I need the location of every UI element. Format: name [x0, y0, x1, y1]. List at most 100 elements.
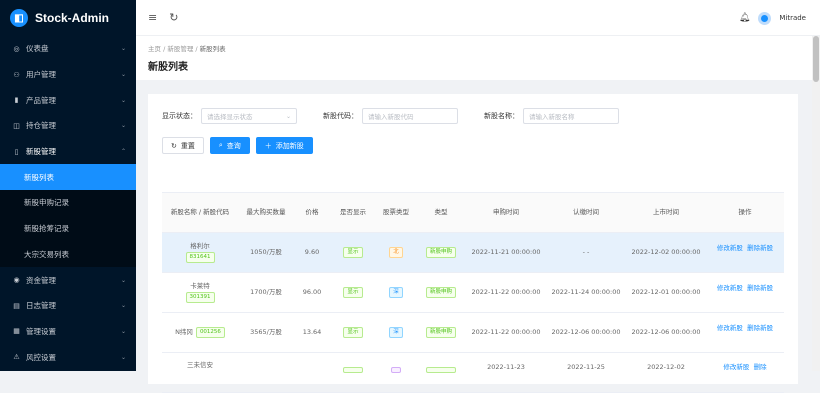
sidebar-item-ipo[interactable]: ▯ 新股管理 ⌃	[0, 139, 136, 165]
sidebar-item-users[interactable]: ⚇ 用户管理 ⌄	[0, 62, 136, 88]
page-title: 新股列表	[148, 62, 188, 73]
code-placeholder: 请输入新股代码	[368, 113, 414, 121]
edit-ipo-link[interactable]: 修改新股	[723, 363, 749, 371]
filter-bar: 显示状态： 请选择显示状态 ⌄ 新股代码： 请输入新股代码 新股名称： 请输入新…	[162, 108, 619, 124]
search-icon: ⌕	[218, 141, 223, 149]
scrollbar-thumb[interactable]	[813, 36, 819, 82]
sidebar-subitem-ipo-grab-records[interactable]: 新股抢筹记录	[0, 216, 136, 242]
users-icon: ⚇	[13, 70, 20, 79]
cell-show: 显示	[330, 313, 376, 352]
sidebar-item-risk[interactable]: ⚠ 风控设置 ⌄	[0, 344, 136, 370]
show-tag: 显示	[343, 247, 363, 258]
ipo-name: N纬冈	[175, 327, 193, 336]
action-buttons: ↻ 重置 ⌕ 查询 ＋添加新股	[162, 137, 313, 154]
refresh-icon[interactable]: ↻	[169, 11, 178, 24]
ipo-name: 三未信安	[187, 361, 213, 369]
chevron-down-icon: ⌄	[120, 45, 126, 53]
chevron-down-icon: ⌄	[285, 112, 291, 120]
code-tag: 001256	[195, 327, 225, 338]
cell-subscribe: 2022-11-25	[567, 363, 605, 371]
cell-listing: 2022-12-02	[647, 363, 685, 371]
code-input[interactable]: 请输入新股代码	[362, 108, 458, 124]
cell-name-code: 三未信安	[162, 353, 238, 392]
sidebar-item-label: 新股抢筹记录	[24, 224, 69, 234]
table-row[interactable]: 格利尔 831641 1050/万股 9.60 显示 北 新股申购 2022-11…	[162, 233, 784, 273]
scrollbar[interactable]	[812, 36, 820, 371]
sidebar-item-label: 仪表盘	[26, 44, 49, 54]
sidebar-item-label: 风控设置	[26, 352, 56, 362]
page-header: 主页 / 新股管理 / 新股列表 新股列表	[136, 36, 812, 80]
cell-stype: 深	[376, 273, 416, 312]
menu-fold-icon[interactable]: ≡	[148, 11, 157, 24]
bell-icon[interactable]: 🔔︎	[739, 13, 750, 23]
table-row[interactable]: 卡莱特 301391 1700/万股 96.00 显示 深 新股申购 2022-1…	[162, 273, 784, 313]
code-label: 新股代码：	[323, 112, 358, 120]
sidebar-item-dashboard[interactable]: ◎ 仪表盘 ⌄	[0, 36, 136, 62]
cell-show: 显示	[330, 273, 376, 312]
avatar[interactable]	[758, 11, 772, 25]
cell-type: 新股申购	[416, 313, 466, 352]
edit-ipo-link[interactable]: 修改新股	[717, 324, 743, 332]
sidebar-item-settings[interactable]: ▦ 管理设置 ⌄	[0, 319, 136, 345]
col-show: 是否显示	[340, 207, 366, 216]
name-label: 新股名称：	[484, 112, 519, 120]
settings-icon: ▦	[13, 327, 20, 336]
delete-ipo-link[interactable]: 删除	[754, 363, 767, 371]
breadcrumb-home[interactable]: 主页	[148, 45, 161, 53]
sidebar-item-label: 新股申购记录	[24, 198, 69, 208]
cell-apply: 2022-11-22 00:00:00	[471, 287, 541, 296]
type-tag	[426, 367, 456, 373]
sidebar-item-logs[interactable]: ▤ 日志管理 ⌄	[0, 293, 136, 319]
cell-type: 新股申购	[416, 273, 466, 312]
add-label: 添加新股	[275, 141, 304, 150]
cell-ops: 修改新股 删除新股	[706, 233, 784, 272]
chevron-up-icon: ⌃	[120, 148, 126, 156]
edit-ipo-link[interactable]: 修改新股	[717, 244, 743, 252]
cell-max: 1700/万股	[250, 287, 282, 296]
logo-icon: ◧	[10, 9, 28, 27]
cell-listing: 2022-12-02 00:00:00	[631, 247, 701, 256]
add-ipo-button[interactable]: ＋添加新股	[255, 137, 313, 154]
user-name[interactable]: Mitrade	[779, 14, 806, 22]
sidebar-subitem-block-trades[interactable]: 大宗交易列表	[0, 242, 136, 268]
stock-type-tag	[391, 367, 401, 373]
cell-ops: 修改新股 删除新股	[706, 273, 784, 312]
table-row[interactable]: N纬冈 001256 3565/万股 13.64 显示 深 新股申购 2022-1…	[162, 313, 784, 353]
sidebar-subitem-ipo-apply-records[interactable]: 新股申购记录	[0, 190, 136, 216]
sidebar-subitem-ipo-list[interactable]: 新股列表	[0, 164, 136, 191]
sidebar-item-products[interactable]: ▮ 产品管理 ⌄	[0, 87, 136, 113]
sidebar: ◧ Stock-Admin ◎ 仪表盘 ⌄ ⚇ 用户管理 ⌄ ▮ 产品管理 ⌄ ◫ 持仓管理 ⌄…	[0, 0, 136, 371]
cell-stype: 深	[376, 313, 416, 352]
name-input[interactable]: 请输入新股名称	[523, 108, 619, 124]
cell-type: 新股申购	[416, 233, 466, 272]
status-select[interactable]: 请选择显示状态 ⌄	[201, 108, 297, 124]
col-stype: 股票类型	[383, 207, 409, 216]
edit-ipo-link[interactable]: 修改新股	[717, 284, 743, 292]
breadcrumb-section[interactable]: 新股管理	[167, 45, 193, 53]
cell-apply: 2022-11-23	[487, 363, 525, 371]
sidebar-item-funds[interactable]: ◉ 资金管理 ⌄	[0, 267, 136, 293]
search-button[interactable]: ⌕ 查询	[209, 137, 250, 154]
stock-type-tag: 北	[389, 247, 403, 258]
delete-ipo-link[interactable]: 删除新股	[747, 324, 773, 332]
delete-ipo-link[interactable]: 删除新股	[747, 244, 773, 252]
topbar: ≡ ↻ 🔔︎ Mitrade	[136, 0, 820, 36]
ipo-submenu: 新股列表 新股申购记录 新股抢筹记录 大宗交易列表	[0, 164, 136, 268]
cell-subscribe: 2022-11-24 00:00:00	[551, 287, 621, 296]
sidebar-item-positions[interactable]: ◫ 持仓管理 ⌄	[0, 113, 136, 139]
chevron-down-icon: ⌄	[120, 276, 126, 284]
table-row[interactable]: 三未信安 2022-11-23 2022-11-25 2022-12-02 修改…	[162, 353, 784, 393]
col-ops: 操作	[738, 207, 752, 216]
cell-listing: 2022-12-06 00:00:00	[631, 327, 701, 336]
sidebar-item-label: 持仓管理	[26, 121, 56, 131]
stock-type-tag: 深	[389, 327, 403, 338]
app-title: Stock-Admin	[35, 11, 110, 25]
status-label: 显示状态：	[162, 112, 197, 120]
ipo-table: 新股名称 / 新股代码 最大购买数量 价格 是否显示 股票类型 类型 申购时间 …	[162, 192, 784, 393]
topbar-right: 🔔︎ Mitrade	[739, 0, 806, 36]
reset-button[interactable]: ↻ 重置	[162, 137, 204, 154]
app-logo[interactable]: ◧ Stock-Admin	[0, 0, 136, 36]
refresh-icon: ↻	[171, 141, 177, 150]
chevron-down-icon: ⌄	[120, 353, 126, 361]
delete-ipo-link[interactable]: 删除新股	[747, 284, 773, 292]
